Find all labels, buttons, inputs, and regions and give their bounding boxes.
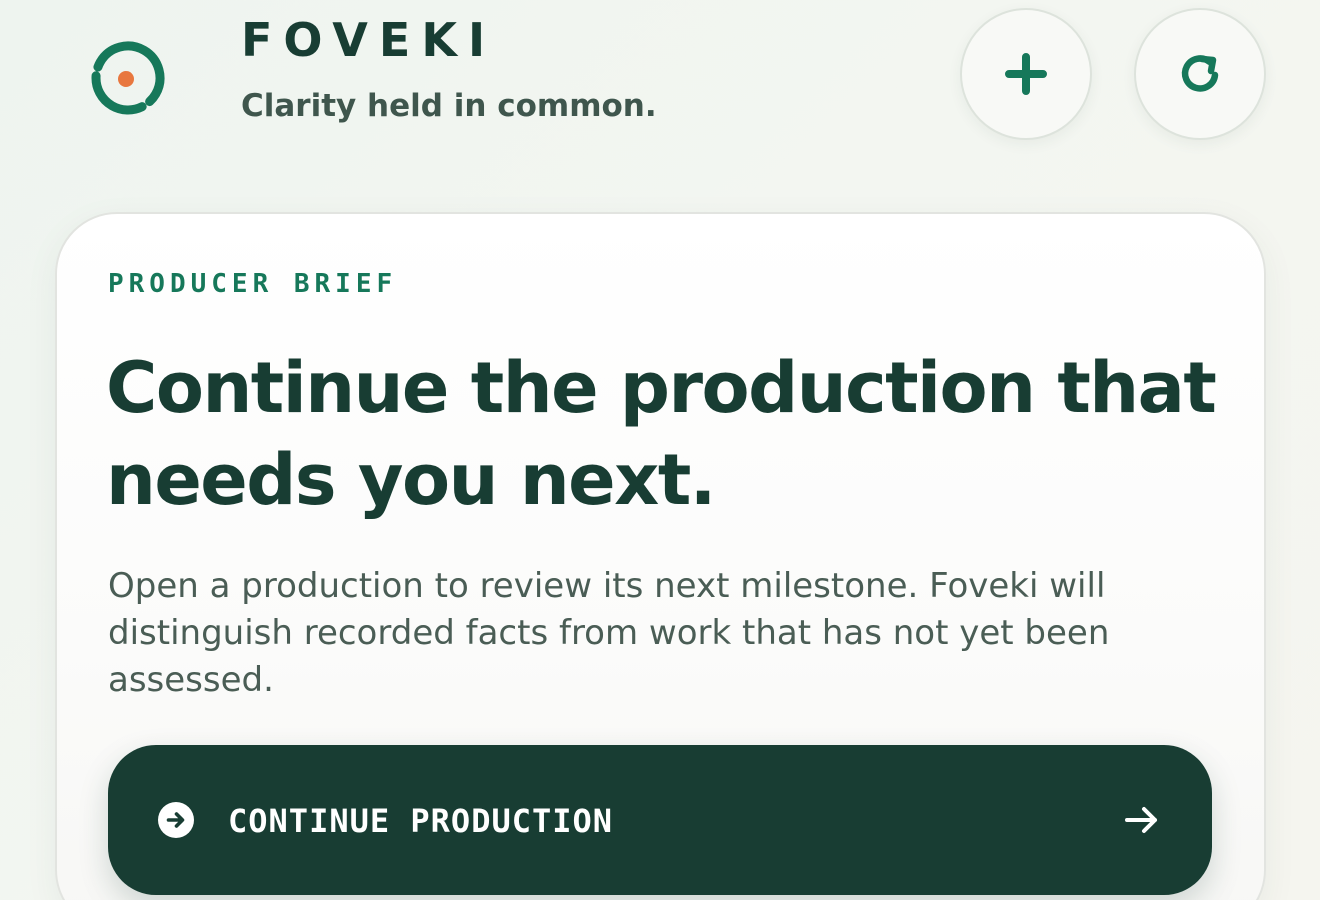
add-button[interactable] xyxy=(960,8,1092,140)
card-headline: Continue the production that needs you n… xyxy=(106,347,1217,521)
plus-icon xyxy=(1005,53,1047,95)
card-body-text: Open a production to review its next mil… xyxy=(108,566,1110,700)
brand-tagline: Clarity held in common. xyxy=(241,88,657,124)
card-eyebrow: PRODUCER BRIEF xyxy=(108,269,398,299)
refresh-icon xyxy=(1181,55,1219,92)
arrow-circle-right-icon xyxy=(158,802,194,838)
refresh-button[interactable] xyxy=(1134,8,1266,140)
brand-name: FOVEKI xyxy=(241,13,497,67)
arrow-right-icon xyxy=(1125,807,1157,833)
foveki-logo-icon xyxy=(91,41,165,115)
continue-production-label: CONTINUE PRODUCTION xyxy=(228,802,614,840)
continue-production-button[interactable]: CONTINUE PRODUCTION xyxy=(108,745,1212,895)
